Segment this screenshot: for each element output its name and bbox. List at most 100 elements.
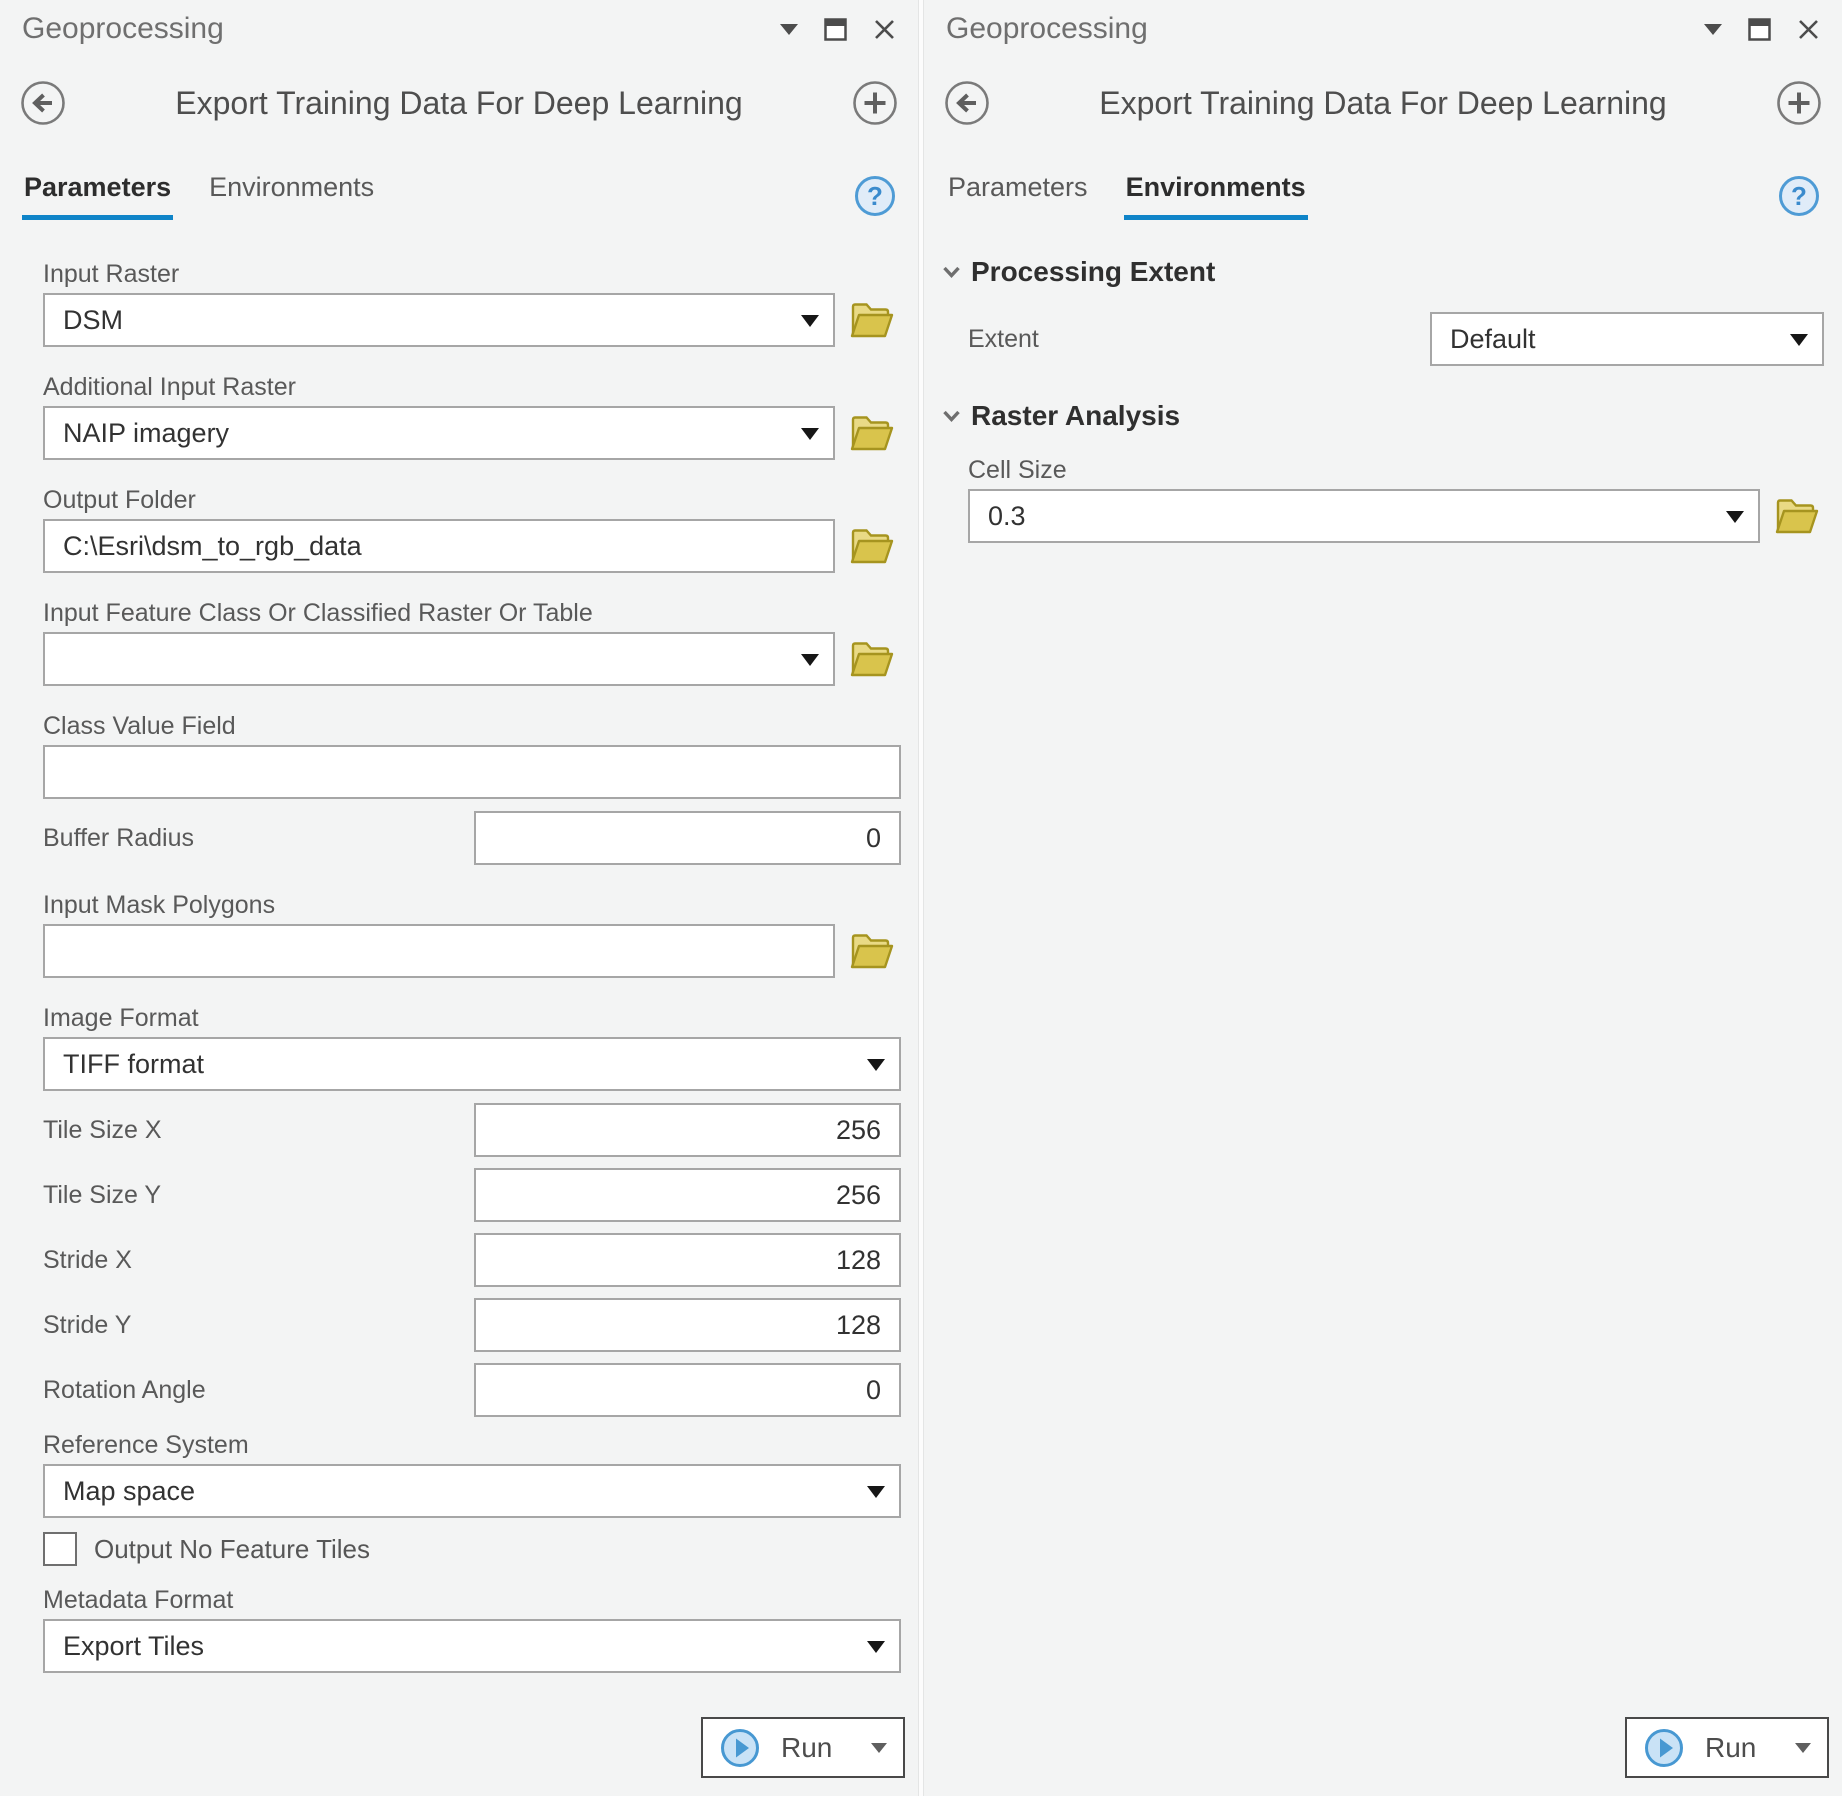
- input-mask-polygons-label: Input Mask Polygons: [43, 891, 901, 920]
- back-button[interactable]: [944, 80, 990, 126]
- field-output-no-feature-tiles: Output No Feature Tiles: [43, 1532, 901, 1566]
- field-input-raster: Input Raster DSM: [43, 260, 901, 347]
- pane-menu-caret-icon[interactable]: [780, 24, 798, 35]
- back-arrow-icon: [20, 80, 66, 126]
- pane-menu-caret-icon[interactable]: [1704, 24, 1722, 35]
- tab-bar: Parameters Environments ?: [924, 172, 1842, 220]
- extent-combobox[interactable]: Default: [1430, 312, 1824, 366]
- field-buffer-radius: Buffer Radius 0: [43, 811, 901, 865]
- output-folder-browse-button[interactable]: [850, 526, 894, 566]
- tab-bar: Parameters Environments ?: [0, 172, 918, 220]
- chevron-down-glyph: [942, 266, 961, 279]
- geoprocessing-panel-parameters: Geoprocessing Export Training Dat: [0, 0, 918, 1796]
- image-format-value: TIFF format: [63, 1049, 204, 1080]
- reference-system-label: Reference System: [43, 1431, 901, 1460]
- panel-title: Geoprocessing: [946, 12, 1704, 46]
- reference-system-value: Map space: [63, 1476, 195, 1507]
- field-tile-size-x: Tile Size X 256: [43, 1103, 901, 1157]
- additional-input-raster-combobox[interactable]: NAIP imagery: [43, 406, 835, 460]
- help-button[interactable]: ?: [1778, 175, 1820, 220]
- add-tool-button[interactable]: [852, 80, 898, 126]
- rotation-angle-value: 0: [866, 1375, 881, 1406]
- back-button[interactable]: [20, 80, 66, 126]
- stride-y-value: 128: [836, 1310, 881, 1341]
- extent-label: Extent: [968, 325, 1430, 354]
- folder-icon: [850, 300, 894, 340]
- tile-size-x-input[interactable]: 256: [474, 1103, 901, 1157]
- environments-form: Processing Extent Extent Default Raster …: [924, 220, 1842, 543]
- image-format-combobox[interactable]: TIFF format: [43, 1037, 901, 1091]
- tile-size-y-value: 256: [836, 1180, 881, 1211]
- input-mask-polygons-input[interactable]: [43, 924, 835, 978]
- additional-input-raster-browse-button[interactable]: [850, 413, 894, 453]
- tile-size-y-input[interactable]: 256: [474, 1168, 901, 1222]
- cell-size-browse-button[interactable]: [1775, 496, 1819, 536]
- output-no-feature-tiles-checkbox[interactable]: [43, 1532, 77, 1566]
- section-title: Raster Analysis: [971, 400, 1180, 432]
- input-raster-browse-button[interactable]: [850, 300, 894, 340]
- tile-size-x-value: 256: [836, 1115, 881, 1146]
- close-icon[interactable]: [1797, 18, 1820, 41]
- float-pane-icon[interactable]: [1748, 18, 1771, 41]
- cell-size-combobox[interactable]: 0.3: [968, 489, 1760, 543]
- stride-x-input[interactable]: 128: [474, 1233, 901, 1287]
- collapse-chevron-icon[interactable]: [942, 410, 961, 423]
- tab-environments[interactable]: Environments: [1124, 172, 1308, 220]
- folder-icon: [850, 931, 894, 971]
- stride-x-label: Stride X: [43, 1246, 474, 1275]
- tool-title: Export Training Data For Deep Learning: [990, 85, 1776, 122]
- tab-environments[interactable]: Environments: [207, 172, 376, 220]
- output-folder-value: C:\Esri\dsm_to_rgb_data: [63, 531, 362, 562]
- run-button[interactable]: Run: [701, 1717, 905, 1778]
- input-raster-combobox[interactable]: DSM: [43, 293, 835, 347]
- tab-parameters[interactable]: Parameters: [946, 172, 1090, 220]
- additional-input-raster-value: NAIP imagery: [63, 418, 229, 449]
- rotation-angle-label: Rotation Angle: [43, 1376, 474, 1405]
- input-feature-class-browse-button[interactable]: [850, 639, 894, 679]
- play-icon: [1643, 1727, 1685, 1769]
- close-glyph: [873, 18, 896, 41]
- rotation-angle-input[interactable]: 0: [474, 1363, 901, 1417]
- close-icon[interactable]: [873, 18, 896, 41]
- tab-parameters[interactable]: Parameters: [22, 172, 173, 220]
- add-tool-button[interactable]: [1776, 80, 1822, 126]
- metadata-format-label: Metadata Format: [43, 1586, 901, 1615]
- folder-icon: [850, 526, 894, 566]
- stride-y-input[interactable]: 128: [474, 1298, 901, 1352]
- section-title: Processing Extent: [971, 256, 1215, 288]
- run-button[interactable]: Run: [1625, 1717, 1829, 1778]
- plus-circle-icon: [852, 80, 898, 126]
- plus-circle-icon: [1776, 80, 1822, 126]
- output-folder-input[interactable]: C:\Esri\dsm_to_rgb_data: [43, 519, 835, 573]
- collapse-chevron-icon[interactable]: [942, 266, 961, 279]
- input-raster-value: DSM: [63, 305, 123, 336]
- field-tile-size-y: Tile Size Y 256: [43, 1168, 901, 1222]
- input-feature-class-combobox[interactable]: [43, 632, 835, 686]
- output-no-feature-tiles-label: Output No Feature Tiles: [94, 1534, 370, 1565]
- cell-size-label: Cell Size: [968, 456, 1824, 485]
- float-pane-icon[interactable]: [824, 18, 847, 41]
- section-processing-extent: Processing Extent: [942, 256, 1824, 288]
- field-rotation-angle: Rotation Angle 0: [43, 1363, 901, 1417]
- input-mask-polygons-browse-button[interactable]: [850, 931, 894, 971]
- run-options-caret-icon[interactable]: [1795, 1743, 1811, 1753]
- metadata-format-combobox[interactable]: Export Tiles: [43, 1619, 901, 1673]
- svg-text:?: ?: [867, 181, 883, 211]
- reference-system-combobox[interactable]: Map space: [43, 1464, 901, 1518]
- image-format-label: Image Format: [43, 1004, 901, 1033]
- window-controls: [780, 18, 896, 41]
- buffer-radius-input[interactable]: 0: [474, 811, 901, 865]
- panel-titlebar: Geoprocessing: [924, 0, 1842, 52]
- field-stride-y: Stride Y 128: [43, 1298, 901, 1352]
- folder-icon: [1775, 496, 1819, 536]
- folder-icon: [850, 413, 894, 453]
- tool-title: Export Training Data For Deep Learning: [66, 85, 852, 122]
- output-folder-label: Output Folder: [43, 486, 901, 515]
- help-button[interactable]: ?: [854, 175, 896, 220]
- chevron-down-glyph: [942, 410, 961, 423]
- back-arrow-icon: [944, 80, 990, 126]
- play-icon: [719, 1727, 761, 1769]
- field-input-mask-polygons: Input Mask Polygons: [43, 891, 901, 978]
- run-options-caret-icon[interactable]: [871, 1743, 887, 1753]
- class-value-field-input[interactable]: [43, 745, 901, 799]
